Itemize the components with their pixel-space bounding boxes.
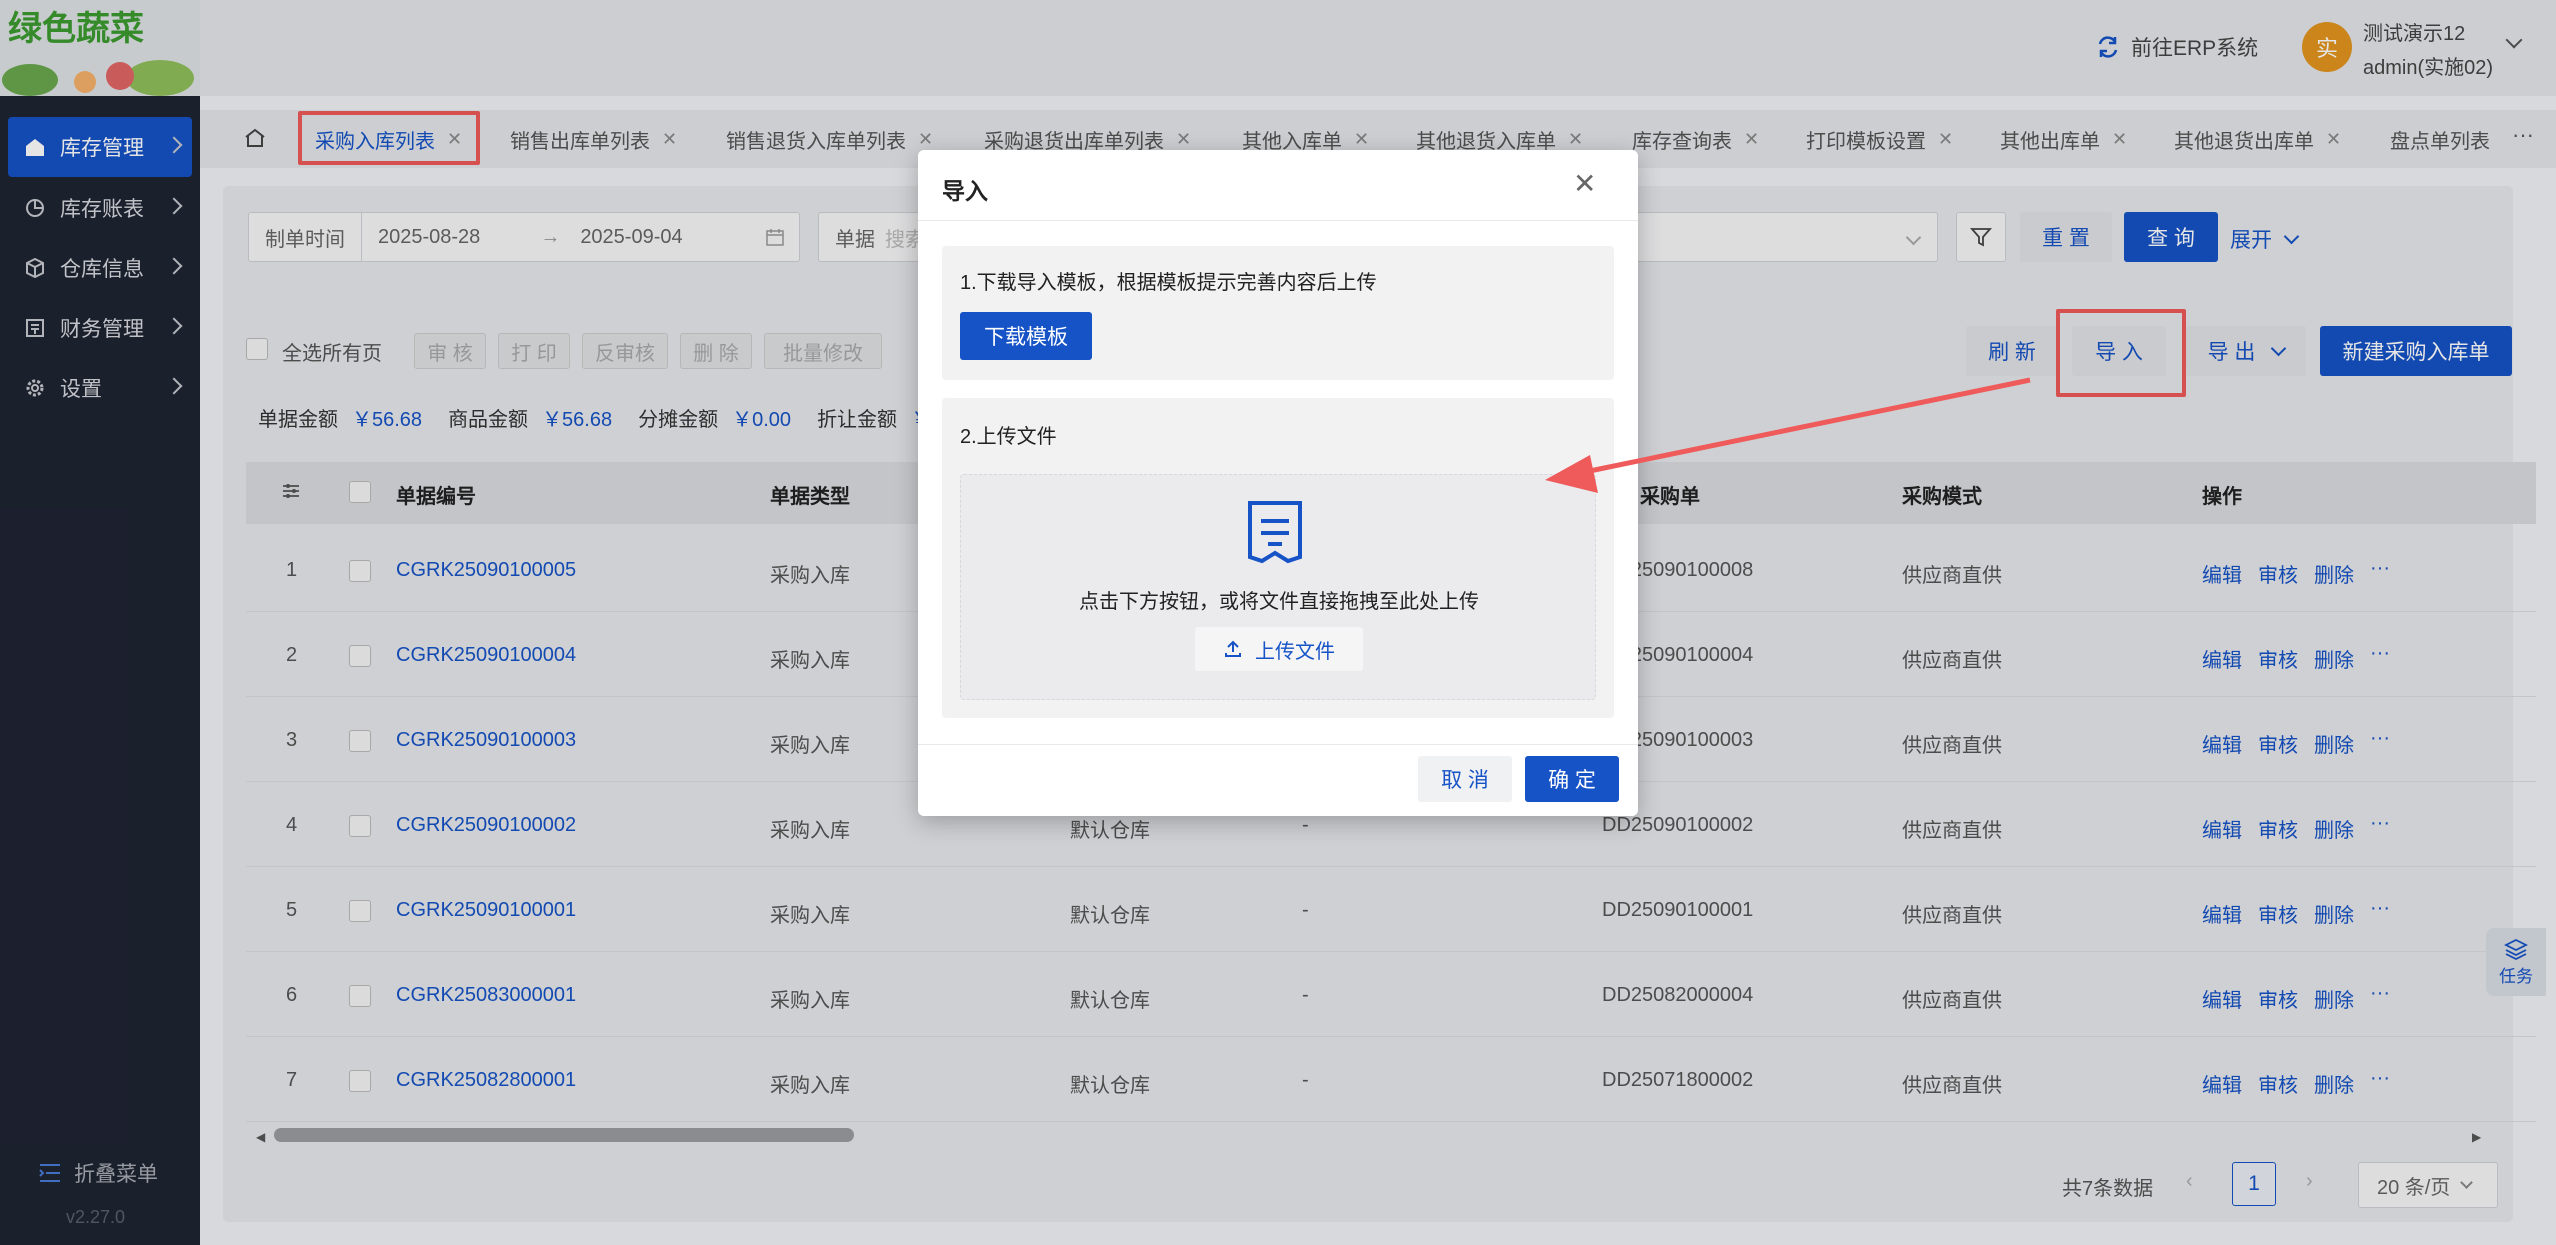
- annotation-arrow: [1545, 377, 2031, 493]
